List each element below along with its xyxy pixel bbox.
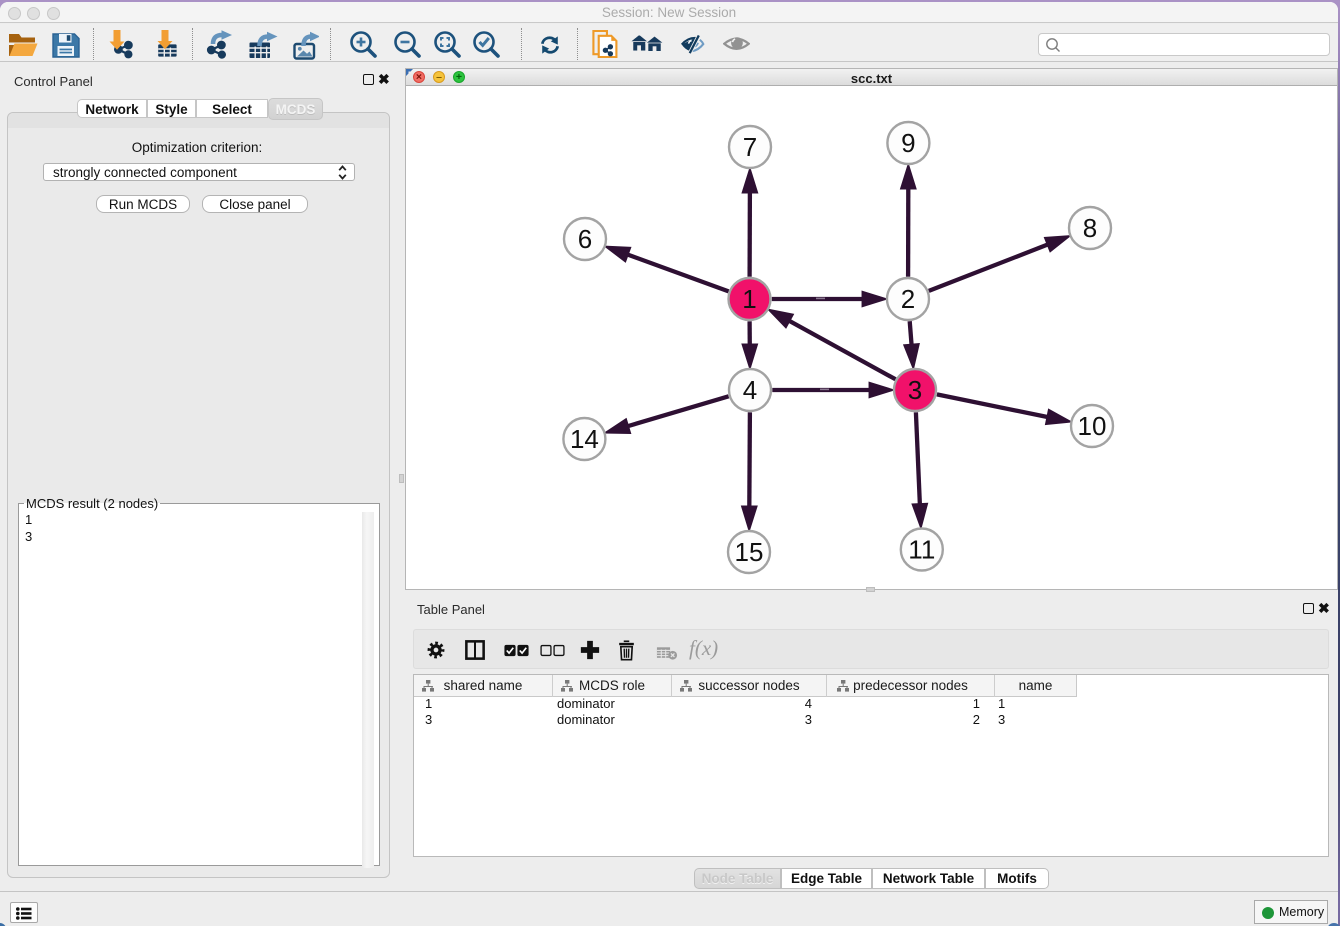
svg-text:11: 11 <box>908 535 935 565</box>
svg-text:6: 6 <box>578 224 592 254</box>
svg-text:3: 3 <box>908 375 922 405</box>
svg-text:7: 7 <box>743 132 757 162</box>
svg-text:14: 14 <box>570 424 599 454</box>
svg-text:1: 1 <box>742 284 756 314</box>
svg-text:4: 4 <box>743 375 757 405</box>
svg-text:8: 8 <box>1083 213 1097 243</box>
svg-text:9: 9 <box>901 128 915 158</box>
svg-text:15: 15 <box>735 537 764 567</box>
svg-text:10: 10 <box>1078 411 1107 441</box>
svg-text:2: 2 <box>901 284 915 314</box>
